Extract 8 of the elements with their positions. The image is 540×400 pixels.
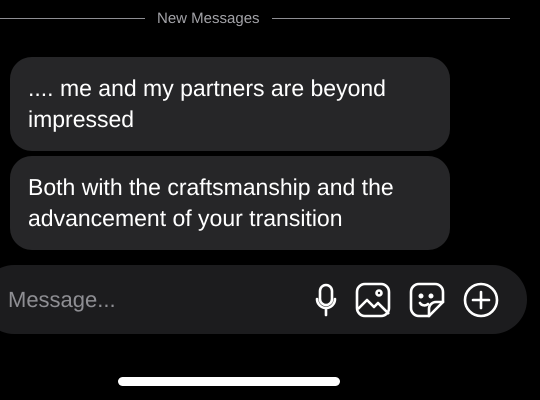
- microphone-icon[interactable]: [315, 282, 337, 316]
- message-bubble: .... me and my partners are beyond impressed: [10, 57, 450, 151]
- sticker-icon[interactable]: [409, 282, 445, 318]
- message-input[interactable]: Message...: [6, 286, 297, 314]
- image-icon[interactable]: [355, 282, 391, 318]
- message-bubble: Both with the craftsmanship and the advancement of your transition: [10, 156, 450, 250]
- add-icon[interactable]: [463, 282, 499, 318]
- new-messages-label: New Messages: [157, 10, 260, 26]
